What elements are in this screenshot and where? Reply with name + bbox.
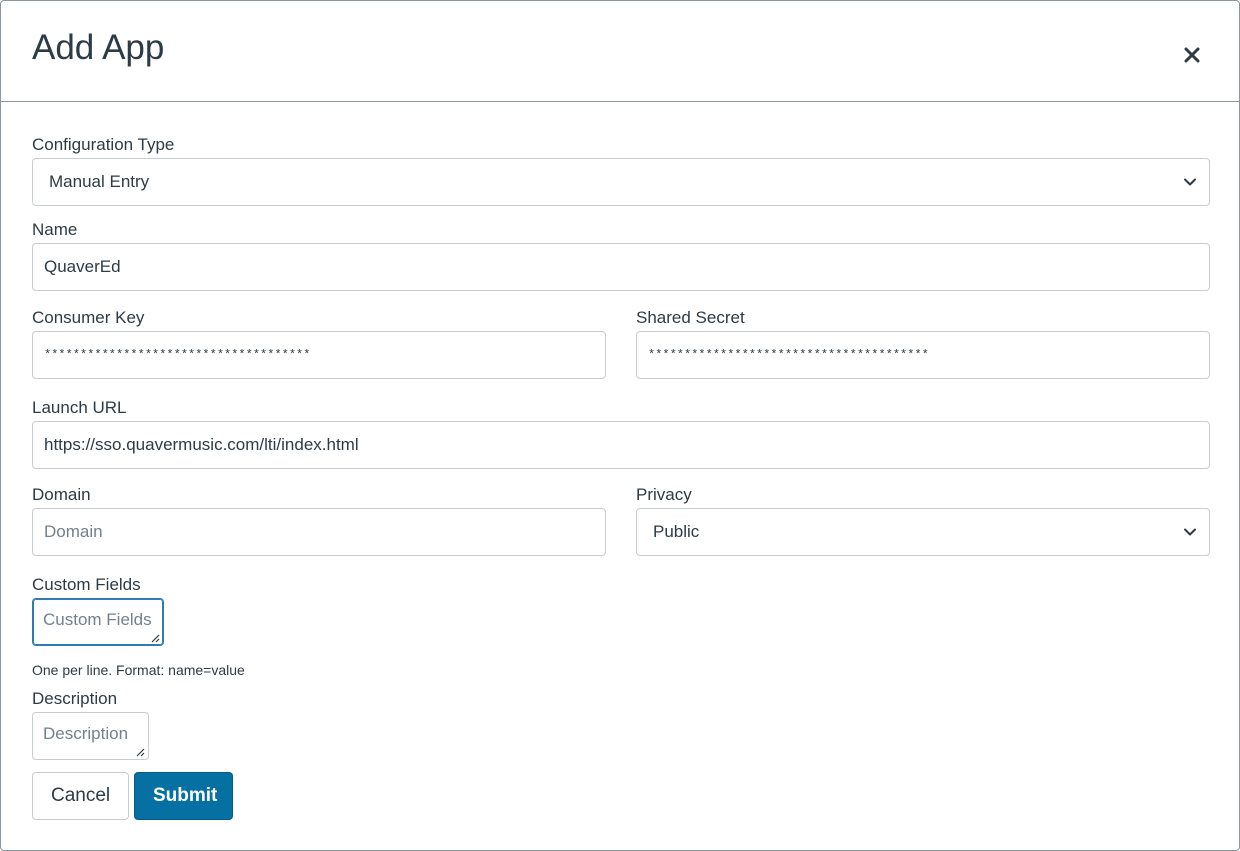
launch-url-label: Launch URL — [32, 398, 127, 417]
shared-secret-value: *************************************** — [648, 348, 929, 362]
configuration-type-value: Manual Entry — [49, 172, 150, 191]
launch-url-input[interactable] — [32, 421, 1210, 469]
submit-button[interactable]: Submit — [134, 772, 233, 820]
domain-input[interactable] — [32, 508, 606, 556]
description-textarea[interactable] — [32, 712, 149, 760]
chevron-down-icon — [1184, 528, 1196, 536]
privacy-label: Privacy — [636, 485, 692, 504]
consumer-key-value: ************************************* — [44, 348, 311, 362]
domain-label: Domain — [32, 485, 91, 504]
resize-grip-icon[interactable] — [135, 747, 145, 757]
configuration-type-select[interactable]: Manual Entry — [32, 158, 1210, 206]
close-icon — [1184, 47, 1200, 62]
cancel-button[interactable]: Cancel — [32, 772, 129, 820]
privacy-value: Public — [653, 522, 700, 541]
name-input[interactable] — [32, 243, 1210, 291]
privacy-select[interactable]: Public — [636, 508, 1210, 556]
consumer-key-label: Consumer Key — [32, 308, 145, 327]
add-app-dialog: Add App Configuration Type Manual Entry … — [0, 0, 1240, 851]
custom-fields-label: Custom Fields — [32, 575, 141, 594]
custom-fields-textarea[interactable] — [32, 598, 164, 646]
consumer-key-input[interactable]: ************************************* — [32, 331, 606, 379]
resize-grip-icon[interactable] — [150, 633, 160, 643]
chevron-down-icon — [1184, 178, 1196, 186]
close-button[interactable] — [1175, 33, 1209, 67]
dialog-header: Add App — [1, 1, 1239, 102]
description-label: Description — [32, 689, 118, 708]
shared-secret-input[interactable]: *************************************** — [636, 331, 1210, 379]
custom-fields-hint: One per line. Format: name=value — [32, 662, 245, 678]
shared-secret-label: Shared Secret — [636, 308, 745, 327]
name-label: Name — [32, 220, 78, 239]
dialog-title: Add App — [32, 28, 165, 67]
configuration-type-label: Configuration Type — [32, 135, 175, 154]
